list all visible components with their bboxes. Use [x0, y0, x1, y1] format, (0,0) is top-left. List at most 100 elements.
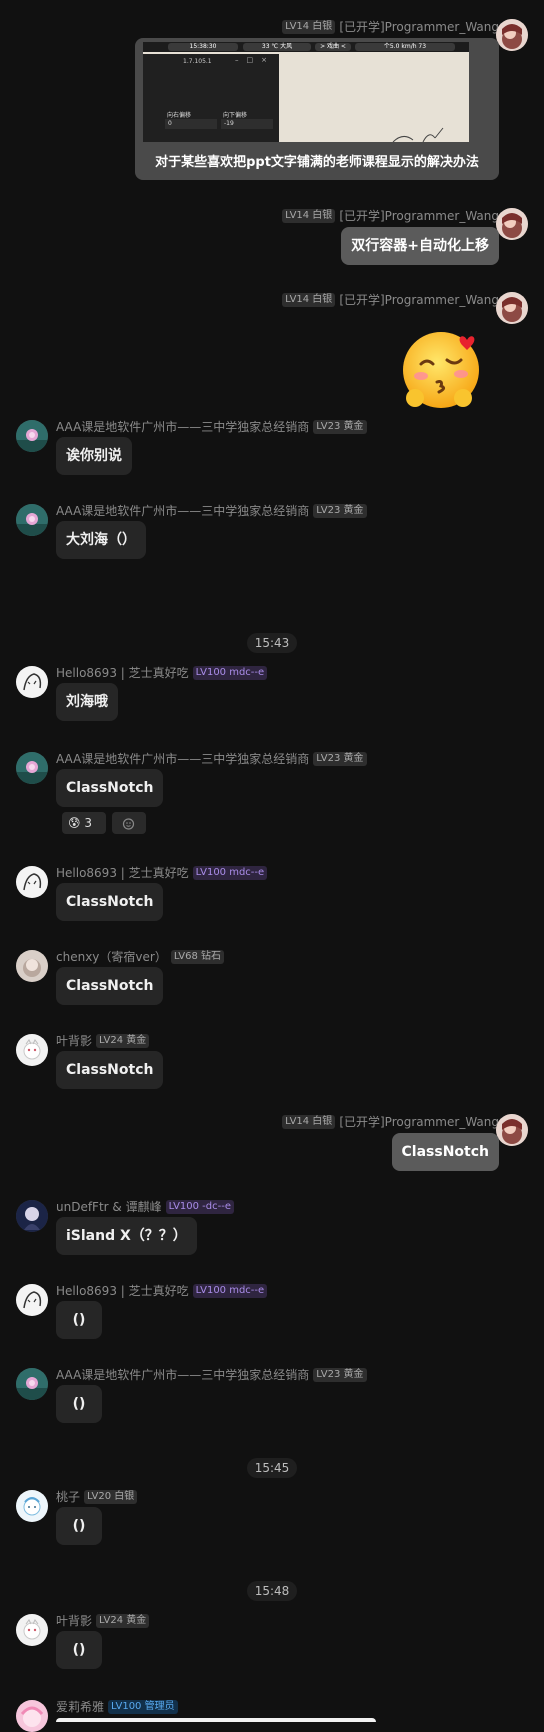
message-bubble[interactable]: (): [56, 1631, 102, 1669]
sender-name[interactable]: AAA课是地软件广州市——三中学独家总经销商: [56, 503, 309, 519]
message-bubble[interactable]: (): [56, 1507, 102, 1545]
level-badge: LV100 管理员: [108, 1700, 178, 1714]
message-header: LV14 白银 [已开学]Programmer_Wang: [282, 208, 499, 224]
level-badge: LV23 黄金: [313, 1368, 367, 1382]
message-outgoing: LV14 白银 [已开学]Programmer_Wang ClassNotch: [0, 1106, 544, 1186]
level-badge: LV23 黄金: [313, 752, 367, 766]
avatar[interactable]: [16, 420, 48, 452]
level-badge: LV100 mdc--e: [192, 666, 268, 680]
message-bubble[interactable]: 刘海哦: [56, 683, 118, 721]
message-incoming: Hello8693 | 芝士真好吃 LV100 mdc--e 刘海哦: [0, 656, 544, 732]
avatar[interactable]: [16, 504, 48, 536]
message-header: LV14 白银 [已开学]Programmer_Wang: [282, 1114, 499, 1130]
message-header: AAA课是地软件广州市——三中学独家总经销商 LV23 黄金: [56, 503, 367, 519]
sender-name[interactable]: chenxy（寄宿ver）: [56, 949, 167, 965]
message-incoming: AAA课是地软件广州市——三中学独家总经销商 LV23 黄金 (): [0, 1358, 544, 1434]
avatar[interactable]: [16, 1614, 48, 1646]
image-attachment[interactable]: 15:38:30 33 ℃ 大风 > 戏曲 < 个5.0 km/h 73 1.7…: [135, 38, 499, 180]
level-badge: LV23 黄金: [313, 504, 367, 518]
avatar[interactable]: [16, 1700, 48, 1732]
message-incoming: Hello8693 | 芝士真好吃 LV100 mdc--e (): [0, 1274, 544, 1350]
sender-name[interactable]: 叶背影: [56, 1033, 92, 1049]
avatar[interactable]: [16, 1490, 48, 1522]
level-badge: LV14 白银: [282, 20, 336, 34]
level-badge: LV14 白银: [282, 293, 336, 307]
avatar[interactable]: [496, 208, 528, 240]
reaction-chip[interactable]: 😰 3: [62, 812, 106, 834]
message-header: chenxy（寄宿ver） LV68 钻石: [56, 949, 225, 965]
message-incoming: 爱莉希雅 LV100 管理员: [0, 1690, 544, 1732]
avatar[interactable]: [16, 1200, 48, 1232]
message-bubble[interactable]: ClassNotch: [391, 1133, 499, 1171]
message-incoming: 叶背影 LV24 黄金 (): [0, 1604, 544, 1680]
timestamp-divider: 15:43: [0, 632, 544, 653]
avatar[interactable]: [16, 666, 48, 698]
preview-media: > 戏曲 <: [315, 43, 351, 51]
message-header: AAA课是地软件广州市——三中学独家总经销商 LV23 黄金: [56, 419, 367, 435]
message-bubble[interactable]: (): [56, 1385, 102, 1423]
message-incoming: unDefFtr & 谭麒峰 LV100 -dc--e iSland X（？？）: [0, 1190, 544, 1266]
message-incoming: chenxy（寄宿ver） LV68 钻石 ClassNotch: [0, 940, 544, 1016]
sender-name[interactable]: [已开学]Programmer_Wang: [339, 19, 499, 35]
level-badge: LV14 白银: [282, 209, 336, 223]
sender-name[interactable]: AAA课是地软件广州市——三中学独家总经销商: [56, 419, 309, 435]
message-bubble[interactable]: 大刘海（）: [56, 521, 146, 559]
sender-name[interactable]: [已开学]Programmer_Wang: [339, 292, 499, 308]
sender-name[interactable]: 桃子: [56, 1489, 80, 1505]
message-bubble[interactable]: 诶你别说: [56, 437, 132, 475]
preview-left-label: 向右偏移: [167, 112, 192, 119]
avatar[interactable]: [16, 752, 48, 784]
kiss-wink-emoji-icon[interactable]: [397, 326, 487, 416]
avatar[interactable]: [16, 1284, 48, 1316]
message-bubble[interactable]: (): [56, 1301, 102, 1339]
sender-name[interactable]: AAA课是地软件广州市——三中学独家总经销商: [56, 1367, 309, 1383]
sender-name[interactable]: unDefFtr & 谭麒峰: [56, 1199, 162, 1215]
avatar[interactable]: [16, 1034, 48, 1066]
screenshot-preview: 15:38:30 33 ℃ 大风 > 戏曲 < 个5.0 km/h 73 1.7…: [143, 42, 469, 142]
timestamp: 15:48: [246, 1581, 298, 1601]
message-incoming: 叶背影 LV24 黄金 ClassNotch: [0, 1024, 544, 1100]
avatar[interactable]: [16, 866, 48, 898]
level-badge: LV68 钻石: [170, 950, 225, 964]
reaction-count: 3: [84, 816, 92, 830]
add-reaction-button[interactable]: [112, 812, 146, 834]
message-header: AAA课是地软件广州市——三中学独家总经销商 LV23 黄金: [56, 1367, 367, 1383]
avatar[interactable]: [16, 1368, 48, 1400]
avatar[interactable]: [496, 19, 528, 51]
message-bubble[interactable]: iSland X（？？）: [56, 1217, 197, 1255]
message-bubble[interactable]: 双行容器+自动化上移: [341, 227, 499, 265]
message-bubble[interactable]: ClassNotch: [56, 769, 164, 807]
avatar[interactable]: [496, 1114, 528, 1146]
message-header: Hello8693 | 芝士真好吃 LV100 mdc--e: [56, 1283, 268, 1299]
avatar[interactable]: [16, 950, 48, 982]
sender-name[interactable]: AAA课是地软件广州市——三中学独家总经销商: [56, 751, 309, 767]
message-incoming: Hello8693 | 芝士真好吃 LV100 mdc--e ClassNotc…: [0, 856, 544, 932]
level-badge: LV24 黄金: [96, 1614, 150, 1628]
message-bubble[interactable]: [56, 1718, 376, 1722]
preview-weather: 33 ℃ 大风: [243, 43, 311, 51]
sender-name[interactable]: Hello8693 | 芝士真好吃: [56, 865, 189, 881]
sender-name[interactable]: [已开学]Programmer_Wang: [339, 1114, 499, 1130]
level-badge: LV100 -dc--e: [165, 1200, 234, 1214]
preview-left-value: 0: [165, 119, 217, 129]
message-bubble[interactable]: ClassNotch: [56, 967, 164, 1005]
timestamp-divider: 15:45: [0, 1457, 544, 1478]
message-bubble[interactable]: ClassNotch: [56, 883, 164, 921]
preview-version: 1.7.105.1: [183, 58, 212, 65]
preview-down-label: 向下偏移: [223, 112, 248, 119]
sender-name[interactable]: [已开学]Programmer_Wang: [339, 208, 499, 224]
timestamp: 15:45: [246, 1458, 298, 1478]
sender-name[interactable]: 爱莉希雅: [56, 1699, 104, 1715]
timestamp: 15:43: [246, 633, 298, 653]
message-incoming: 桃子 LV20 白银 (): [0, 1480, 544, 1556]
sender-name[interactable]: Hello8693 | 芝士真好吃: [56, 1283, 189, 1299]
level-badge: LV23 黄金: [313, 420, 367, 434]
message-header: 桃子 LV20 白银: [56, 1489, 138, 1505]
message-bubble[interactable]: ClassNotch: [56, 1051, 164, 1089]
preview-clock: 15:38:30: [168, 43, 238, 51]
timestamp-divider: 15:48: [0, 1580, 544, 1601]
preview-status: 个5.0 km/h 73: [355, 43, 455, 51]
avatar[interactable]: [496, 292, 528, 324]
sender-name[interactable]: Hello8693 | 芝士真好吃: [56, 665, 189, 681]
sender-name[interactable]: 叶背影: [56, 1613, 92, 1629]
